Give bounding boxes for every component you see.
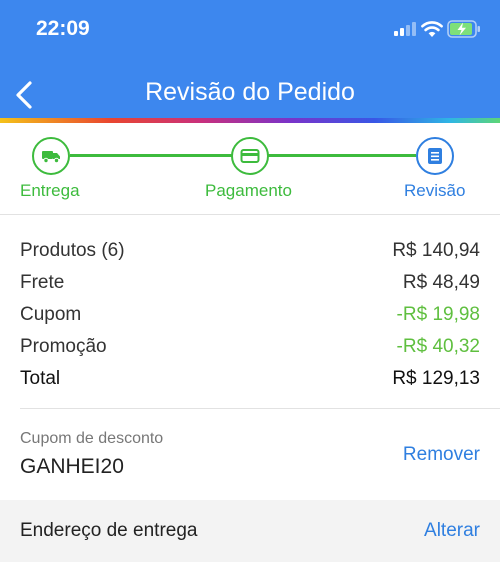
truck-icon [42, 151, 60, 164]
page-title: Revisão do Pedido [145, 78, 355, 106]
delivery-address-section: Endereço de entrega Alterar [0, 500, 500, 562]
section-divider [20, 408, 500, 409]
summary-value-discount: -R$ 40,32 [396, 336, 480, 357]
summary-total-value: R$ 129,13 [392, 368, 480, 389]
address-title: Endereço de entrega [20, 520, 198, 541]
summary-label: Frete [20, 272, 65, 293]
summary-value: R$ 48,49 [402, 272, 480, 293]
summary-value: R$ 140,94 [392, 240, 480, 261]
summary-row-produtos: Produtos (6) R$ 140,94 [20, 235, 480, 267]
change-address-button[interactable]: Alterar [424, 520, 480, 542]
order-summary: Produtos (6) R$ 140,94 Frete R$ 48,49 Cu… [20, 235, 480, 395]
summary-label: Produtos (6) [20, 240, 125, 261]
summary-label: Cupom [20, 304, 82, 325]
step-label-revisao: Revisão [404, 181, 466, 200]
summary-row-cupom: Cupom -R$ 19,98 [20, 299, 480, 331]
step-pagamento[interactable] [231, 137, 269, 175]
step-entrega[interactable] [32, 137, 70, 175]
coupon-label: Cupom de desconto [20, 430, 164, 447]
summary-total-label: Total [20, 368, 61, 389]
checkout-stepper: Entrega Pagamento Revisão [0, 123, 500, 215]
wifi-icon [421, 21, 443, 37]
list-icon [428, 148, 442, 164]
signal-icon [394, 22, 418, 36]
status-time: 22:09 [36, 17, 90, 40]
coupon-code: GANHEI20 [20, 455, 124, 478]
step-revisao[interactable] [416, 137, 454, 175]
remove-coupon-button[interactable]: Remover [403, 444, 480, 466]
status-bar: 22:09 [0, 0, 500, 60]
summary-row-frete: Frete R$ 48,49 [20, 267, 480, 299]
summary-row-promocao: Promoção -R$ 40,32 [20, 331, 480, 363]
step-label-pagamento: Pagamento [205, 181, 292, 200]
summary-label: Promoção [20, 336, 107, 357]
step-label-entrega: Entrega [20, 181, 80, 200]
battery-charging-icon [447, 20, 480, 38]
summary-value-discount: -R$ 19,98 [396, 304, 480, 325]
step-connector [70, 154, 232, 157]
summary-row-total: Total R$ 129,13 [20, 363, 480, 395]
card-icon [240, 149, 260, 163]
step-connector [268, 154, 416, 157]
